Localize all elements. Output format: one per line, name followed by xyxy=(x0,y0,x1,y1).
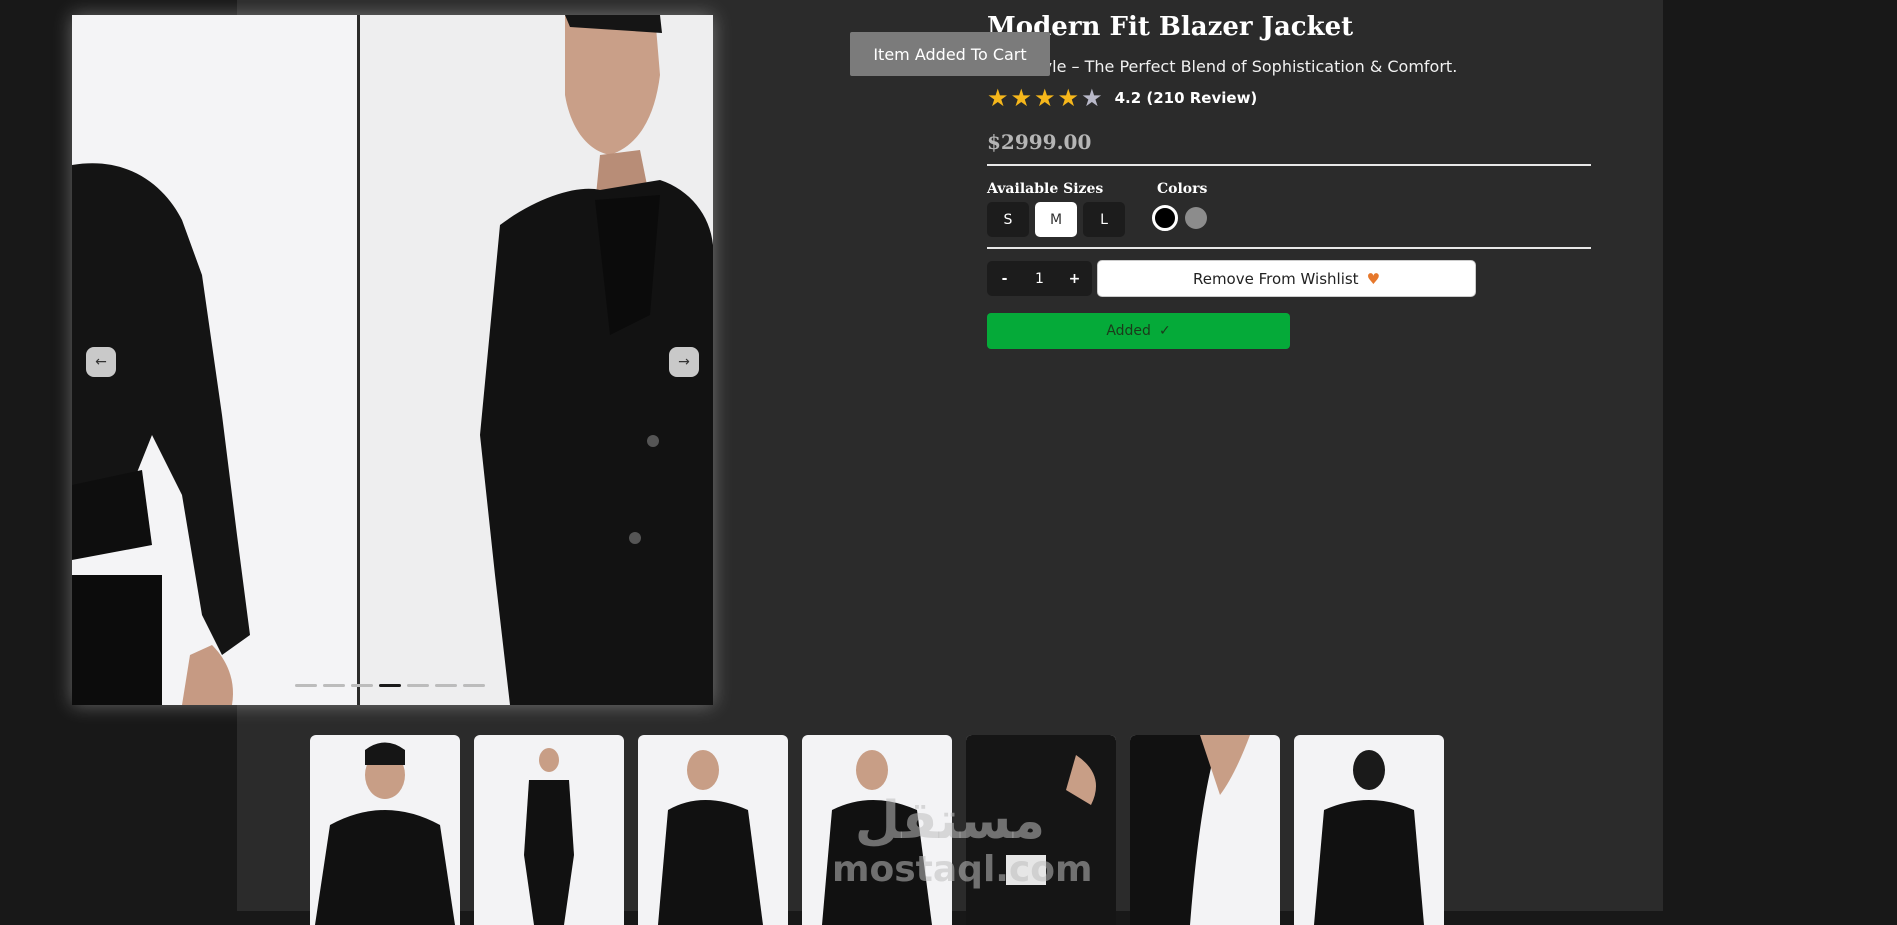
color-swatch[interactable] xyxy=(1185,207,1207,229)
divider xyxy=(987,164,1591,166)
product-rating: ★ ★ ★ ★ ★ 4.2 (210 Review) xyxy=(987,86,1257,110)
thumbnail-image[interactable] xyxy=(474,735,624,925)
quantity-stepper: - 1 + xyxy=(987,261,1092,296)
carousel-dot[interactable] xyxy=(351,684,373,687)
quantity-increment-button[interactable]: + xyxy=(1057,271,1092,287)
thumbnail-image[interactable] xyxy=(310,735,460,925)
carousel-prev-button[interactable]: ← xyxy=(86,347,116,377)
rating-stars: ★ ★ ★ ★ ★ xyxy=(987,86,1103,110)
carousel-dot[interactable] xyxy=(295,684,317,687)
size-selector: SML xyxy=(987,202,1125,237)
check-icon: ✓ xyxy=(1158,323,1171,339)
divider xyxy=(987,247,1591,249)
star-icon: ★ xyxy=(987,84,1009,112)
arrow-left-icon: ← xyxy=(95,354,107,370)
rating-text: 4.2 (210 Review) xyxy=(1114,89,1258,107)
arrow-right-icon: → xyxy=(678,354,690,370)
heart-icon: ♥ xyxy=(1366,269,1381,288)
star-icon: ★ xyxy=(1057,84,1080,112)
star-icon: ★ xyxy=(1081,84,1103,112)
carousel-slide-current xyxy=(360,15,713,705)
star-icon: ★ xyxy=(1034,84,1056,112)
remove-from-wishlist-button[interactable]: Remove From Wishlist ♥ xyxy=(1097,260,1476,297)
star-icon: ★ xyxy=(1010,84,1033,112)
thumbnail-image[interactable] xyxy=(966,735,1116,925)
add-to-cart-button[interactable]: Added ✓ xyxy=(987,313,1290,349)
carousel-dot[interactable] xyxy=(379,684,401,687)
color-selector xyxy=(1152,205,1207,231)
toast-notification: Item Added To Cart xyxy=(850,32,1050,76)
product-image-carousel[interactable]: ← → xyxy=(72,15,713,705)
carousel-dot[interactable] xyxy=(463,684,485,687)
size-option-l[interactable]: L xyxy=(1083,202,1125,237)
carousel-dot[interactable] xyxy=(407,684,429,687)
thumbnail-image[interactable] xyxy=(802,735,952,925)
sizes-label: Available Sizes xyxy=(987,181,1104,197)
quantity-decrement-button[interactable]: - xyxy=(987,271,1022,287)
colors-label: Colors xyxy=(1157,181,1208,197)
thumbnail-image[interactable] xyxy=(638,735,788,925)
product-subtitle: Your Style – The Perfect Blend of Sophis… xyxy=(987,57,1458,76)
color-swatch[interactable] xyxy=(1152,205,1178,231)
product-price: $2999.00 xyxy=(987,130,1092,154)
thumbnail-image[interactable] xyxy=(1294,735,1444,925)
carousel-dot[interactable] xyxy=(323,684,345,687)
thumbnail-strip xyxy=(310,735,1444,925)
carousel-dot[interactable] xyxy=(435,684,457,687)
size-option-m[interactable]: M xyxy=(1035,202,1077,237)
size-option-s[interactable]: S xyxy=(987,202,1029,237)
wishlist-button-label: Remove From Wishlist xyxy=(1192,269,1359,288)
carousel-pagination xyxy=(295,684,485,687)
add-to-cart-label: Added xyxy=(1106,323,1151,339)
carousel-next-button[interactable]: → xyxy=(669,347,699,377)
thumbnail-image[interactable] xyxy=(1130,735,1280,925)
quantity-value: 1 xyxy=(1035,270,1044,287)
